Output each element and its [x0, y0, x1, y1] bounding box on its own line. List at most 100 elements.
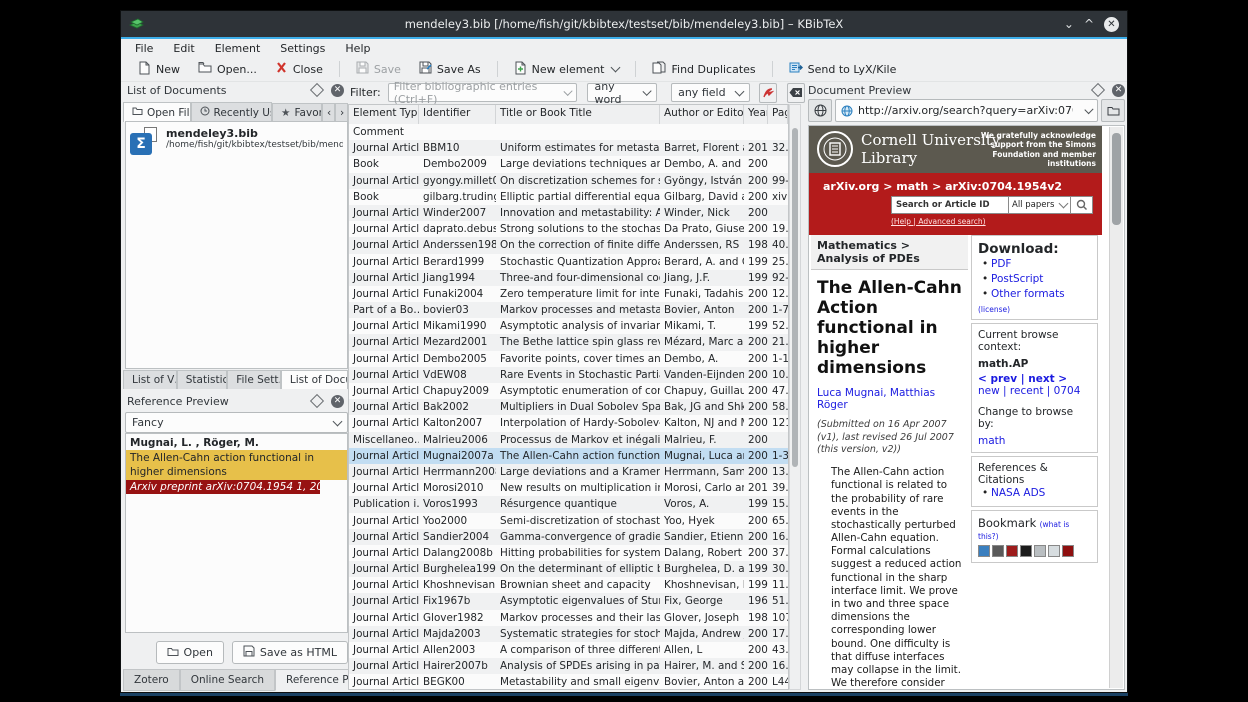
- prev-next-links[interactable]: < prev | next >: [978, 373, 1091, 385]
- col-element-type[interactable]: Element Type: [349, 105, 419, 124]
- titlebar[interactable]: mendeley3.bib [/home/fish/git/kbibtex/te…: [121, 11, 1127, 37]
- table-row[interactable]: Journal ArticleBak2002Multipliers in Dua…: [349, 399, 788, 415]
- tab-list-of-documents[interactable]: List of Docu…: [281, 370, 348, 389]
- citeulike-icon[interactable]: [978, 545, 990, 557]
- close-button[interactable]: Close: [268, 59, 330, 79]
- tab-scroll-right[interactable]: ›: [335, 103, 348, 122]
- table-row[interactable]: Journal ArticleChapuy2009Asymptotic enum…: [349, 383, 788, 399]
- table-scrollbar[interactable]: [789, 104, 801, 690]
- table-row[interactable]: Journal ArticleFix1967bAsymptotic eigenv…: [349, 593, 788, 609]
- close-panel-icon[interactable]: ✕: [1112, 84, 1125, 97]
- scrollbar-thumb[interactable]: [1112, 133, 1121, 225]
- float-panel-icon[interactable]: [310, 394, 324, 408]
- menu-settings[interactable]: Settings: [280, 42, 325, 55]
- postscript-link[interactable]: PostScript: [978, 272, 1091, 287]
- tab-favorites[interactable]: ★ Favori: [272, 103, 322, 122]
- table-row[interactable]: Journal ArticleMajda2003Systematic strat…: [349, 626, 788, 642]
- open-button[interactable]: Open...: [191, 59, 264, 79]
- table-row[interactable]: Miscellaneo…Malrieu2006Processus de Mark…: [349, 432, 788, 448]
- table-row[interactable]: Journal ArticleHairer2007bAnalysis of SP…: [349, 658, 788, 674]
- save-as-button[interactable]: Save As: [412, 59, 488, 79]
- table-row[interactable]: Journal ArticleBBM10Uniform estimates fo…: [349, 140, 788, 156]
- table-row[interactable]: Journal ArticleMikami1990Asymptotic anal…: [349, 318, 788, 334]
- reddit-icon[interactable]: [1048, 545, 1060, 557]
- clear-filter-button[interactable]: [787, 83, 805, 103]
- table-row[interactable]: Journal ArticleDembo2005Favorite points,…: [349, 351, 788, 367]
- col-page[interactable]: Page: [768, 105, 788, 124]
- table-row[interactable]: Comment: [349, 124, 788, 140]
- url-combobox[interactable]: http://arxiv.org/search?query=arXiv:0704…: [835, 99, 1098, 122]
- menu-edit[interactable]: Edit: [173, 42, 194, 55]
- tab-zotero[interactable]: Zotero: [123, 669, 180, 691]
- nasa-ads-link[interactable]: NASA ADS: [978, 486, 1091, 501]
- browse-by-link[interactable]: math: [978, 435, 1091, 447]
- table-row[interactable]: Journal ArticleYoo2000Semi-discretizatio…: [349, 513, 788, 529]
- arxiv-scope-select[interactable]: All papers: [1009, 196, 1071, 214]
- digg-icon[interactable]: [1034, 545, 1046, 557]
- maximize-icon[interactable]: ^: [1084, 19, 1094, 29]
- tab-file-settings[interactable]: File Sett…: [227, 370, 281, 389]
- word-mode-select[interactable]: any word: [587, 83, 657, 102]
- open-reference-button[interactable]: Open: [156, 641, 224, 664]
- nav-links[interactable]: new | recent | 0704: [978, 385, 1091, 397]
- table-row[interactable]: Publication i…Voros1993Résurgence quanti…: [349, 496, 788, 512]
- table-row[interactable]: Journal ArticleBerard1999Stochastic Quan…: [349, 254, 788, 270]
- table-row[interactable]: Journal ArticleMezard2001The Bethe latti…: [349, 334, 788, 350]
- table-row[interactable]: Journal ArticleBEGK00Metastability and s…: [349, 674, 788, 689]
- float-panel-icon[interactable]: [310, 83, 324, 97]
- license-link[interactable]: (license): [978, 305, 1091, 314]
- delicious-icon[interactable]: [1020, 545, 1032, 557]
- tab-online-search[interactable]: Online Search: [180, 669, 275, 691]
- tab-recently-used[interactable]: Recently Used: [191, 102, 273, 122]
- send-to-lyx-button[interactable]: Send to LyX/Kile: [782, 59, 904, 79]
- close-window-icon[interactable]: ✕: [1104, 17, 1119, 32]
- arxiv-search-input[interactable]: Search or Article ID: [891, 196, 1009, 214]
- col-identifier[interactable]: Identifier: [419, 105, 496, 124]
- tab-list-of-values[interactable]: List of V…: [123, 370, 177, 389]
- mendeley-icon[interactable]: [1006, 545, 1018, 557]
- preview-style-select[interactable]: Fancy: [125, 412, 348, 433]
- pdf-link[interactable]: PDF: [978, 257, 1091, 272]
- table-row[interactable]: Journal ArticleDalang2008bHitting probab…: [349, 545, 788, 561]
- table-row[interactable]: Journal ArticleJiang1994Three-and four-d…: [349, 270, 788, 286]
- arxiv-breadcrumb[interactable]: arXiv.org > math > arXiv:0704.1954v2: [823, 180, 1062, 193]
- close-panel-icon[interactable]: ✕: [331, 84, 344, 97]
- arxiv-search-button[interactable]: [1071, 196, 1093, 214]
- col-year[interactable]: Year: [744, 105, 768, 124]
- bibsonomy-icon[interactable]: [992, 545, 1004, 557]
- table-row[interactable]: BookDembo2009Large deviations techniques…: [349, 156, 788, 172]
- table-row[interactable]: Journal ArticleBurghelea1995On the deter…: [349, 561, 788, 577]
- other-formats-link[interactable]: Other formats: [978, 287, 1091, 302]
- table-row[interactable]: Journal ArticleSandier2004Gamma-converge…: [349, 529, 788, 545]
- tab-scroll-left[interactable]: ‹: [322, 103, 335, 122]
- save-button[interactable]: Save: [349, 59, 408, 79]
- table-row[interactable]: Journal ArticleVdEW08Rare Events in Stoc…: [349, 367, 788, 383]
- table-row[interactable]: Journal ArticleWinder2007Innovation and …: [349, 205, 788, 221]
- menu-file[interactable]: File: [135, 42, 153, 55]
- table-row[interactable]: Bookgilbarg.truding…Elliptic partial dif…: [349, 189, 788, 205]
- menu-help[interactable]: Help: [345, 42, 370, 55]
- table-row[interactable]: Journal ArticleFunaki2004Zero temperatur…: [349, 286, 788, 302]
- pdf-filter-button[interactable]: [759, 83, 777, 103]
- scrollbar-thumb[interactable]: [792, 128, 798, 467]
- table-row[interactable]: Part of a Bo…bovier03Markov processes an…: [349, 302, 788, 318]
- go-online-button[interactable]: [808, 99, 832, 122]
- col-author[interactable]: Author or Editor: [660, 105, 744, 124]
- table-row[interactable]: Journal Articlegyongy.millet05On discret…: [349, 173, 788, 189]
- tab-open-files[interactable]: Open Files: [123, 102, 191, 122]
- webview-scrollbar[interactable]: [1109, 127, 1123, 688]
- filter-input[interactable]: Filter bibliographic entries (Ctrl+F): [388, 83, 578, 102]
- open-file-button[interactable]: [1101, 99, 1125, 122]
- table-row[interactable]: Journal ArticleAllen2003A comparison of …: [349, 642, 788, 658]
- table-row[interactable]: Journal ArticleHerrmann2008Large deviati…: [349, 464, 788, 480]
- arxiv-help-links[interactable]: (Help | Advanced search): [891, 217, 986, 226]
- table-row[interactable]: Journal ArticleKhoshnevisan1…Brownian sh…: [349, 577, 788, 593]
- field-mode-select[interactable]: any field: [671, 83, 750, 102]
- table-row[interactable]: Journal ArticleAnderssen1984On the corre…: [349, 237, 788, 253]
- float-panel-icon[interactable]: [1091, 83, 1105, 97]
- new-button[interactable]: New: [131, 59, 187, 80]
- table-row[interactable]: Journal ArticleKalton2007Interpolation o…: [349, 415, 788, 431]
- table-row[interactable]: Journal ArticleGlover1982Markov processe…: [349, 610, 788, 626]
- table-row[interactable]: Journal Articledaprato.debus…Strong solu…: [349, 221, 788, 237]
- menu-element[interactable]: Element: [215, 42, 261, 55]
